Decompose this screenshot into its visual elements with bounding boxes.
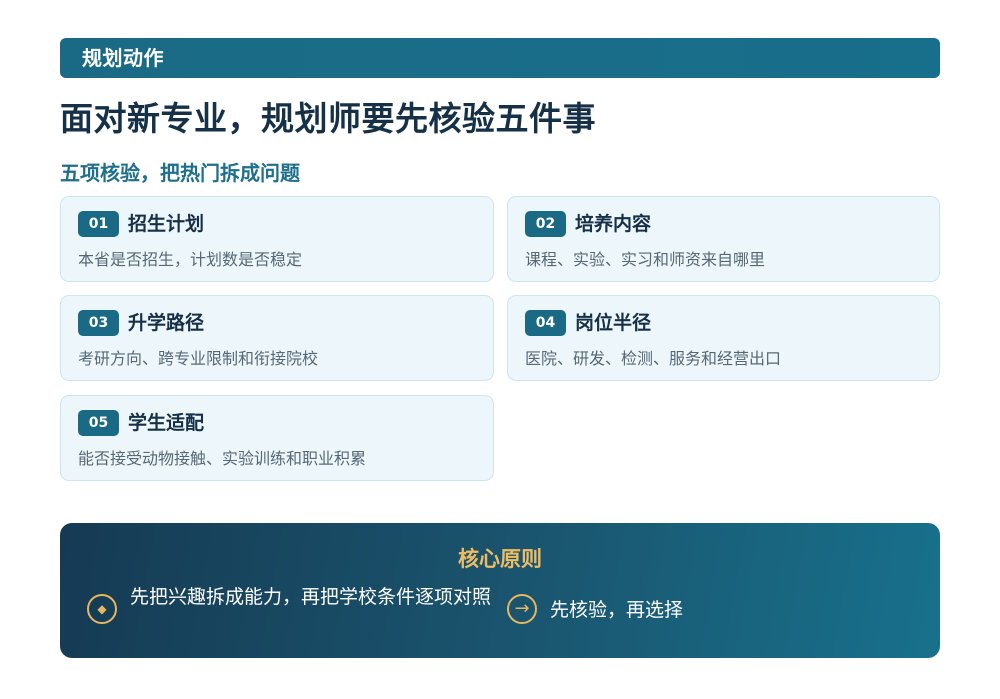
check-card-enrollment-plan: 01 招生计划 本省是否招生，计划数是否稳定 — [60, 196, 494, 282]
principle-item-text: 先核验，再选择 — [550, 599, 684, 621]
check-title: 招生计划 — [128, 213, 205, 235]
check-description: 本省是否招生，计划数是否稳定 — [78, 250, 303, 269]
arrow-right-icon: → — [507, 594, 537, 624]
section-tag: 规划动作 — [60, 38, 940, 78]
check-card-job-radius: 04 岗位半径 医院、研发、检测、服务和经营出口 — [507, 295, 940, 381]
check-number-badge: 03 — [78, 310, 119, 336]
check-title: 岗位半径 — [575, 312, 652, 334]
check-title: 学生适配 — [128, 412, 205, 434]
principle-item-text: 先把兴趣拆成能力，再把学校条件逐项对照 — [130, 586, 492, 608]
check-description: 能否接受动物接触、实验训练和职业积累 — [78, 449, 367, 468]
check-number-badge: 02 — [525, 211, 566, 237]
core-principle-panel: 核心原则 ◆ 先把兴趣拆成能力，再把学校条件逐项对照 → 先核验，再选择 — [60, 523, 940, 658]
check-description: 课程、实验、实习和师资来自哪里 — [525, 250, 766, 269]
check-number-badge: 01 — [78, 211, 119, 237]
diamond-icon: ◆ — [87, 594, 117, 624]
check-card-further-study-path: 03 升学路径 考研方向、跨专业限制和衔接院校 — [60, 295, 494, 381]
check-description: 医院、研发、检测、服务和经营出口 — [525, 349, 782, 368]
check-card-training-content: 02 培养内容 课程、实验、实习和师资来自哪里 — [507, 196, 940, 282]
check-title: 培养内容 — [575, 213, 652, 235]
core-principle-title: 核心原则 — [458, 547, 542, 571]
check-number-badge: 04 — [525, 310, 566, 336]
check-title: 升学路径 — [128, 312, 205, 334]
check-description: 考研方向、跨专业限制和衔接院校 — [78, 349, 319, 368]
check-card-student-fit: 05 学生适配 能否接受动物接触、实验训练和职业积累 — [60, 395, 494, 481]
check-number-badge: 05 — [78, 410, 119, 436]
page-title: 面对新专业，规划师要先核验五件事 — [60, 99, 596, 138]
section-subtitle: 五项核验，把热门拆成问题 — [60, 161, 300, 185]
